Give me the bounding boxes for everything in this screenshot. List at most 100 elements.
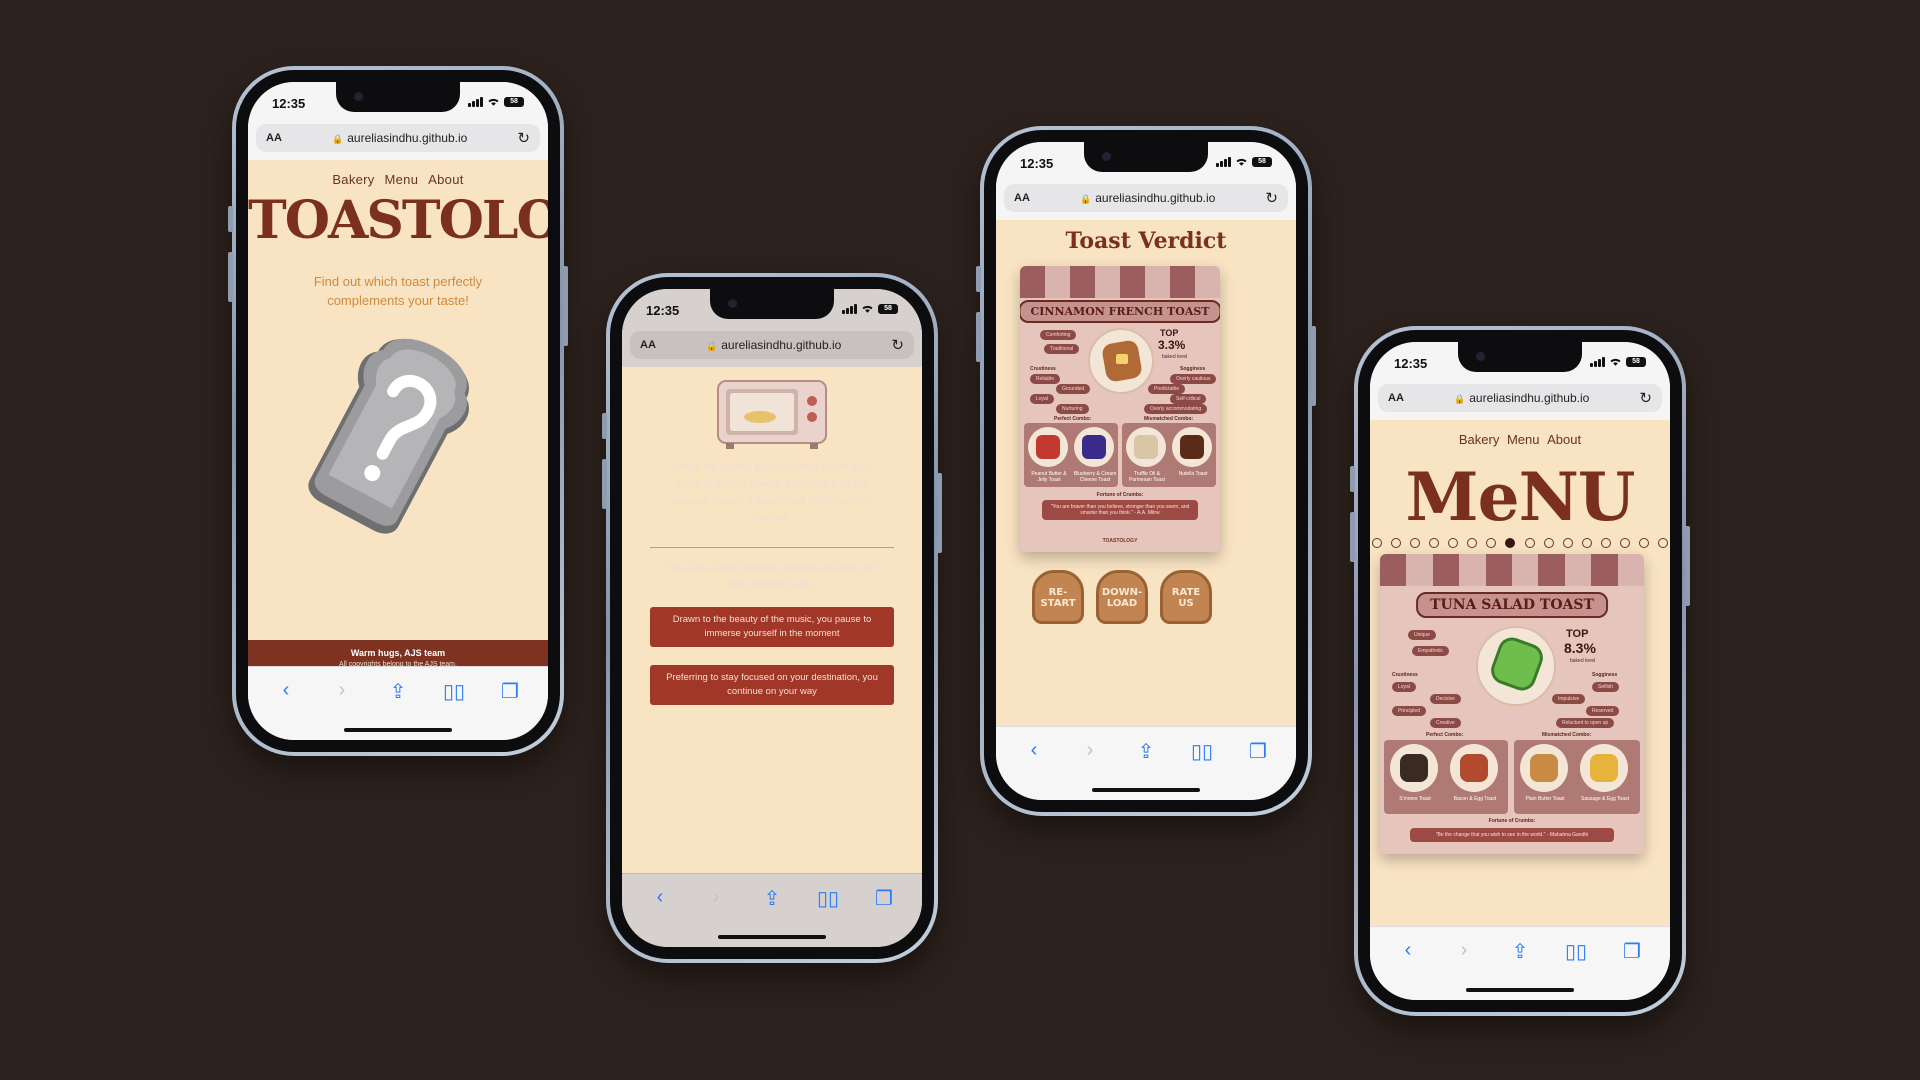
top-sub: baked level [1570,658,1596,664]
choice-button-2[interactable]: Preferring to stay focused on your desti… [650,665,894,705]
address-bar[interactable]: AA 🔒 aureliasindhu.github.io ↻ [1004,184,1288,212]
tabs-icon[interactable]: ❐ [495,679,525,740]
lock-icon: 🔒 [706,341,718,351]
text-size-button[interactable]: AA [266,132,282,144]
carousel-dot[interactable] [1562,538,1573,548]
carousel-dot[interactable] [1448,538,1459,548]
tabs-icon[interactable]: ❐ [1617,939,1647,1000]
sogginess-trait-2: Impulsive [1552,694,1586,704]
footer-title: Warm hugs, AJS team [350,648,446,658]
sogginess-trait-3: Reserved [1586,706,1620,716]
restart-button[interactable]: RE-START [1032,570,1084,624]
nav-menu[interactable]: Menu [1507,432,1540,447]
signal-icon [1590,357,1605,367]
tabs-icon[interactable]: ❐ [869,886,899,947]
screen-story: 12:35 58 AA 🔒 aureliasindhu.github.io ↻ E… [622,289,922,947]
carousel-dot[interactable] [1410,538,1421,548]
trait-pill-1: Comforting [1040,330,1077,340]
text-size-button[interactable]: AA [1388,392,1404,404]
carousel-dot[interactable] [1543,538,1554,548]
carousel-dot[interactable] [1372,538,1382,548]
crustiness-trait-4: Nurturing [1056,404,1089,414]
url-text: aureliasindhu.github.io [721,338,842,352]
perfect-combo-2: Bacon & Egg Toast [1453,796,1497,802]
nav-about[interactable]: About [1547,432,1581,447]
back-icon[interactable]: ‹ [1393,939,1423,1000]
sogginess-trait-2: Predictable [1148,384,1186,394]
carousel-dot[interactable] [1429,538,1440,548]
reload-icon[interactable]: ↻ [1265,189,1278,207]
reload-icon[interactable]: ↻ [891,336,904,354]
carousel-dot[interactable] [1486,538,1497,548]
perfect-combo-1: S'mores Toast [1399,796,1431,802]
url-text: aureliasindhu.github.io [347,131,468,145]
reload-icon[interactable]: ↻ [1639,389,1652,407]
carousel-dot[interactable] [1524,538,1535,548]
carousel-dot[interactable] [1391,538,1402,548]
carousel-dot[interactable] [1467,538,1478,548]
rate-us-button[interactable]: RATE US [1160,570,1212,624]
carousel-dot[interactable] [1600,538,1611,548]
carousel-dots [1370,538,1670,548]
nav-about[interactable]: About [428,172,463,187]
nav-menu[interactable]: Menu [385,172,419,187]
story-text: Exiting the bakery, you're greeted by th… [670,462,874,524]
back-icon[interactable]: ‹ [271,679,301,740]
back-icon[interactable]: ‹ [645,886,675,947]
crustiness-trait-2: Decisive [1430,694,1461,704]
carousel-dot[interactable] [1581,538,1592,548]
toaster-oven-icon [717,380,827,449]
toast-plate-image [1476,626,1556,706]
download-button[interactable]: DOWN-LOAD [1096,570,1148,624]
carousel-dot[interactable] [1638,538,1649,548]
signal-icon [1216,157,1231,167]
phone-3: 12:35 58 AA 🔒 aureliasindhu.github.io ↻ T… [976,126,1316,816]
text-size-button[interactable]: AA [1014,192,1030,204]
tabs-icon[interactable]: ❐ [1243,739,1273,800]
carousel-dot[interactable] [1619,538,1630,548]
mismatch-combo-panel: Plain Butter Toast Sausage & Egg Toast [1514,740,1640,814]
text-size-button[interactable]: AA [640,339,656,351]
site-logo: TOASTOLOgy [248,190,548,251]
page-title: MeNU [1405,458,1636,536]
notch [336,82,460,112]
reload-icon[interactable]: ↻ [517,129,530,147]
back-icon[interactable]: ‹ [1019,739,1049,800]
url-text: aureliasindhu.github.io [1469,391,1590,405]
nav-bakery[interactable]: Bakery [1459,432,1499,447]
top-value: 8.3% [1564,640,1596,656]
top-label: TOP [1566,628,1589,640]
nav-bakery[interactable]: Bakery [332,172,374,187]
verdict-card: CINNAMON FRENCH TOAST Comforting Traditi… [1020,266,1220,552]
sogginess-trait-4: Reluctant to open up [1556,718,1615,728]
status-time: 12:35 [272,96,306,111]
address-bar[interactable]: AA 🔒 aureliasindhu.github.io ↻ [630,331,914,359]
carousel-dot[interactable] [1657,538,1668,548]
wifi-icon [862,305,873,313]
screen-home: 12:35 58 AA 🔒 aureliasindhu.github.io ↻ B… [248,82,548,740]
home-indicator [1466,988,1574,992]
address-bar[interactable]: AA 🔒 aureliasindhu.github.io ↻ [256,124,540,152]
carousel-dot[interactable] [1505,538,1516,548]
crustiness-label: Crustiness [1030,366,1056,372]
divider [650,547,894,548]
lock-icon: 🔒 [332,134,344,144]
wifi-icon [1610,358,1621,366]
status-time: 12:35 [1020,156,1054,171]
trait-pill-2: Traditional [1044,344,1080,354]
phone-2: 12:35 58 AA 🔒 aureliasindhu.github.io ↻ E… [602,273,942,963]
top-value: 3.3% [1158,338,1186,352]
url-text: aureliasindhu.github.io [1095,191,1216,205]
sogginess-trait-1: Overly cautious [1170,374,1217,384]
wifi-icon [488,98,499,106]
tagline: Find out which toast perfectly complemen… [313,274,483,308]
menu-card: TUNA SALAD TOAST Unique Empathetic TOP 8… [1380,554,1644,854]
card-brand: TOASTOLOGY [1102,538,1138,544]
address-bar[interactable]: AA 🔒 aureliasindhu.github.io ↻ [1378,384,1662,412]
perfect-combo-panel: S'mores Toast Bacon & Egg Toast [1384,740,1508,814]
mystery-toast-icon[interactable] [284,318,504,538]
mismatch-combo-2: Sausage & Egg Toast [1581,796,1629,802]
phone-1: 12:35 58 AA 🔒 aureliasindhu.github.io ↻ B… [228,66,568,756]
choice-button-1[interactable]: Drawn to the beauty of the music, you pa… [650,607,894,647]
card-awning [1380,554,1644,586]
